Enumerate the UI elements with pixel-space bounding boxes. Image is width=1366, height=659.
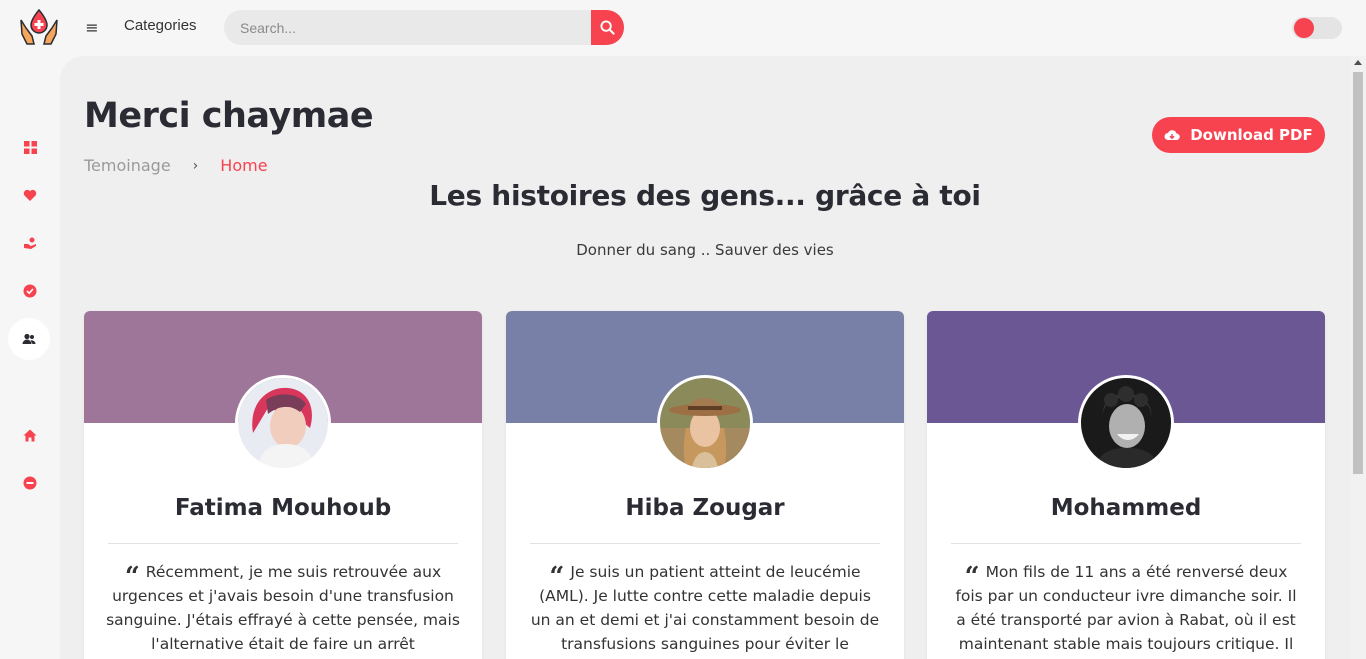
divider	[530, 543, 880, 544]
search-button[interactable]	[591, 10, 624, 45]
testimonial-quote: Récemment, je me suis retrouvée aux urge…	[106, 563, 460, 653]
avatar	[1078, 375, 1174, 471]
section-subtitle: Donner du sang .. Sauver des vies	[576, 241, 834, 259]
donate-hand-icon[interactable]	[21, 234, 39, 252]
avatar	[235, 375, 331, 471]
chevron-right-icon: ›	[192, 157, 199, 174]
theme-toggle[interactable]	[1292, 17, 1342, 39]
heart-icon[interactable]	[21, 186, 39, 204]
download-pdf-label: Download PDF	[1190, 126, 1313, 144]
testimonial-card: Fatima Mouhoub “Récemment, je me suis re…	[84, 311, 482, 659]
dashboard-icon[interactable]	[21, 138, 39, 156]
search-icon	[600, 20, 615, 35]
download-pdf-button[interactable]: Download PDF	[1152, 117, 1325, 153]
top-bar: ≡ Categories	[0, 0, 1366, 56]
hamburger-menu-icon[interactable]: ≡	[84, 18, 100, 38]
scrollbar[interactable]	[1350, 56, 1366, 659]
testimonial-text: “Récemment, je me suis retrouvée aux urg…	[106, 560, 460, 656]
breadcrumb-item-temoinage[interactable]: Temoinage	[84, 156, 171, 175]
home-icon[interactable]	[21, 426, 39, 444]
testimonial-name: Mohammed	[1050, 495, 1202, 521]
verified-icon[interactable]	[21, 282, 39, 300]
testimonial-quote: Mon fils de 11 ans a été renversé deux f…	[955, 563, 1297, 653]
scroll-thumb[interactable]	[1353, 72, 1363, 474]
testimonial-card: Hiba Zougar “Je suis un patient atteint …	[506, 311, 904, 659]
testimonial-name: Fatima Mouhoub	[174, 495, 392, 521]
search-input[interactable]	[224, 10, 590, 45]
page-title: Merci chaymae	[84, 96, 374, 136]
avatar	[657, 375, 753, 471]
quote-icon: “	[549, 562, 565, 592]
quote-icon: “	[964, 562, 980, 592]
testimonial-card: Mohammed “Mon fils de 11 ans a été renve…	[927, 311, 1325, 659]
quote-icon: “	[124, 562, 140, 592]
search-bar	[224, 10, 624, 45]
testimonial-quote: Je suis un patient atteint de leucémie (…	[530, 563, 880, 653]
users-icon[interactable]	[8, 318, 50, 360]
toggle-knob	[1294, 18, 1314, 38]
testimonial-text: “Mon fils de 11 ans a été renversé deux …	[949, 560, 1303, 656]
categories-menu[interactable]: Categories	[124, 17, 197, 34]
divider	[951, 543, 1301, 544]
blood-donation-logo-icon[interactable]	[18, 6, 60, 48]
sidebar	[0, 56, 60, 659]
testimonial-name: Hiba Zougar	[625, 495, 785, 521]
main-content: Merci chaymae Temoinage › Home Download …	[60, 56, 1350, 659]
cloud-download-icon	[1164, 130, 1180, 140]
breadcrumb-item-home[interactable]: Home	[220, 156, 267, 175]
divider	[108, 543, 458, 544]
testimonial-text: “Je suis un patient atteint de leucémie …	[528, 560, 882, 656]
section-headline: Les histoires des gens... grâce à toi	[429, 179, 981, 212]
minus-circle-icon[interactable]	[21, 474, 39, 492]
breadcrumb: Temoinage › Home	[84, 156, 268, 175]
scroll-up-arrow-icon[interactable]	[1354, 60, 1362, 65]
